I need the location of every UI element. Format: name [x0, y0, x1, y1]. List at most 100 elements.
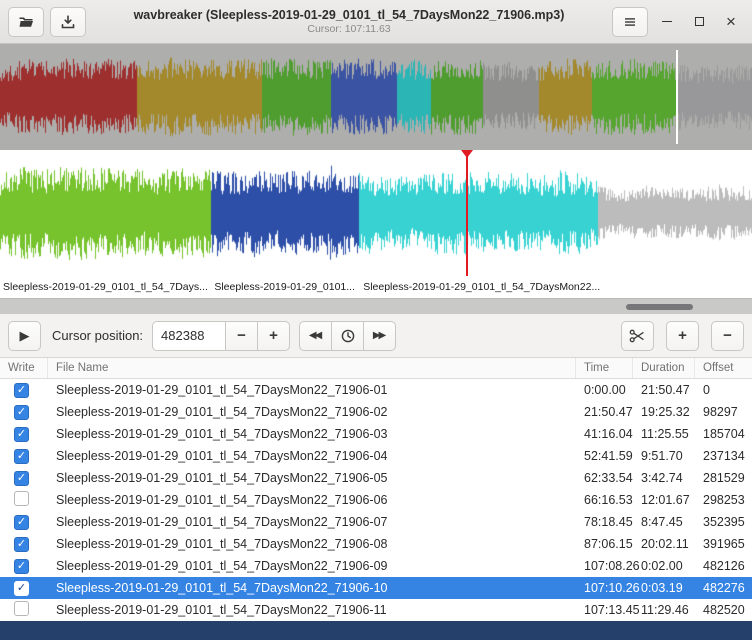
- cursor-line: [466, 150, 468, 276]
- cell-filename: Sleepless-2019-01-29_0101_tl_54_7DaysMon…: [48, 603, 576, 617]
- write-checkbox[interactable]: ✓: [14, 405, 29, 420]
- cursor-position-label: Cursor position:: [52, 328, 143, 343]
- overview-waveform-canvas[interactable]: [0, 53, 752, 141]
- waveform-scrollbar[interactable]: [0, 298, 752, 314]
- menu-button[interactable]: [612, 7, 648, 37]
- table-row[interactable]: Sleepless-2019-01-29_0101_tl_54_7DaysMon…: [0, 489, 752, 511]
- minimize-button[interactable]: [654, 9, 680, 35]
- write-checkbox[interactable]: ✓: [14, 515, 29, 530]
- cell-offset: 98297: [695, 405, 752, 419]
- cell-time: 41:16.04: [576, 427, 633, 441]
- cell-time: 21:50.47: [576, 405, 633, 419]
- cell-filename: Sleepless-2019-01-29_0101_tl_54_7DaysMon…: [48, 405, 576, 419]
- cursor-position-input[interactable]: [152, 321, 226, 351]
- save-button[interactable]: [50, 7, 86, 37]
- cell-write: ✓: [0, 580, 48, 596]
- maximize-icon: [695, 17, 704, 26]
- window-title: wavbreaker (Sleepless-2019-01-29_0101_tl…: [92, 8, 606, 22]
- overview-playhead: [676, 50, 678, 144]
- column-header-time[interactable]: Time: [576, 358, 633, 378]
- cell-filename: Sleepless-2019-01-29_0101_tl_54_7DaysMon…: [48, 493, 576, 507]
- cursor-increment-button[interactable]: +: [257, 321, 290, 351]
- table-row[interactable]: ✓ Sleepless-2019-01-29_0101_tl_54_7DaysM…: [0, 555, 752, 577]
- cell-duration: 3:42.74: [633, 471, 695, 485]
- table-row[interactable]: ✓ Sleepless-2019-01-29_0101_tl_54_7DaysM…: [0, 467, 752, 489]
- split-button[interactable]: [621, 321, 654, 351]
- write-checkbox[interactable]: ✓: [14, 559, 29, 574]
- cell-write: ✓: [0, 404, 48, 420]
- write-checkbox[interactable]: ✓: [14, 537, 29, 552]
- cell-duration: 0:03.19: [633, 581, 695, 595]
- cell-time: 66:16.53: [576, 493, 633, 507]
- seek-button-group: ◀◀ ▶▶: [299, 321, 396, 351]
- cell-offset: 185704: [695, 427, 752, 441]
- cell-time: 62:33.54: [576, 471, 633, 485]
- toolbar: ▶ Cursor position: − + ◀◀ ▶▶: [0, 314, 752, 358]
- cursor-marker[interactable]: [461, 150, 473, 158]
- cell-write: ✓: [0, 382, 48, 398]
- cell-duration: 11:29.46: [633, 603, 695, 617]
- write-checkbox[interactable]: [14, 491, 29, 506]
- cell-duration: 20:02.11: [633, 537, 695, 551]
- table-row[interactable]: ✓ Sleepless-2019-01-29_0101_tl_54_7DaysM…: [0, 379, 752, 401]
- cell-time: 107:10.26: [576, 581, 633, 595]
- write-checkbox[interactable]: ✓: [14, 449, 29, 464]
- cell-time: 0:00.00: [576, 383, 633, 397]
- close-button[interactable]: ×: [718, 9, 744, 35]
- write-checkbox[interactable]: ✓: [14, 427, 29, 442]
- cell-duration: 21:50.47: [633, 383, 695, 397]
- cell-filename: Sleepless-2019-01-29_0101_tl_54_7DaysMon…: [48, 471, 576, 485]
- cell-filename: Sleepless-2019-01-29_0101_tl_54_7DaysMon…: [48, 559, 576, 573]
- write-checkbox[interactable]: [14, 601, 29, 616]
- minus-icon: −: [723, 327, 732, 344]
- cell-write: ✓: [0, 448, 48, 464]
- open-file-button[interactable]: [8, 7, 44, 37]
- zoom-waveform-canvas[interactable]: [0, 150, 752, 276]
- scissors-icon: [629, 328, 646, 344]
- cell-offset: 0: [695, 383, 752, 397]
- column-header-offset[interactable]: Offset: [695, 358, 752, 378]
- cell-offset: 352395: [695, 515, 752, 529]
- plus-icon: +: [678, 327, 687, 344]
- cell-filename: Sleepless-2019-01-29_0101_tl_54_7DaysMon…: [48, 427, 576, 441]
- table-row[interactable]: ✓ Sleepless-2019-01-29_0101_tl_54_7DaysM…: [0, 401, 752, 423]
- write-checkbox[interactable]: ✓: [14, 581, 29, 596]
- cell-time: 107:13.45: [576, 603, 633, 617]
- cell-offset: 298253: [695, 493, 752, 507]
- jump-to-time-button[interactable]: [331, 321, 364, 351]
- seek-forward-icon: ▶▶: [373, 330, 386, 341]
- table-row[interactable]: ✓ Sleepless-2019-01-29_0101_tl_54_7DaysM…: [0, 445, 752, 467]
- table-header: Write File Name Time Duration Offset: [0, 358, 752, 379]
- write-checkbox[interactable]: ✓: [14, 471, 29, 486]
- seek-backward-button[interactable]: ◀◀: [299, 321, 332, 351]
- seek-forward-button[interactable]: ▶▶: [363, 321, 396, 351]
- table-row[interactable]: Sleepless-2019-01-29_0101_tl_54_7DaysMon…: [0, 599, 752, 621]
- cell-filename: Sleepless-2019-01-29_0101_tl_54_7DaysMon…: [48, 537, 576, 551]
- header-right-buttons: ×: [612, 7, 744, 37]
- cell-time: 87:06.15: [576, 537, 633, 551]
- cell-offset: 237134: [695, 449, 752, 463]
- write-checkbox[interactable]: ✓: [14, 383, 29, 398]
- segment-label: Sleepless-2019-01-29_0101...: [214, 281, 355, 293]
- table-body: ✓ Sleepless-2019-01-29_0101_tl_54_7DaysM…: [0, 379, 752, 621]
- table-row[interactable]: ✓ Sleepless-2019-01-29_0101_tl_54_7DaysM…: [0, 423, 752, 445]
- zoom-waveform[interactable]: Sleepless-2019-01-29_0101_tl_54_7Days...…: [0, 150, 752, 298]
- remove-break-button[interactable]: −: [711, 321, 744, 351]
- bottom-bar: [0, 621, 752, 640]
- cell-time: 107:08.26: [576, 559, 633, 573]
- cursor-decrement-button[interactable]: −: [225, 321, 258, 351]
- table-row[interactable]: ✓ Sleepless-2019-01-29_0101_tl_54_7DaysM…: [0, 533, 752, 555]
- add-break-button[interactable]: +: [666, 321, 699, 351]
- overview-waveform[interactable]: [0, 44, 752, 150]
- cell-duration: 19:25.32: [633, 405, 695, 419]
- column-header-filename[interactable]: File Name: [48, 358, 576, 378]
- table-row[interactable]: ✓ Sleepless-2019-01-29_0101_tl_54_7DaysM…: [0, 511, 752, 533]
- column-header-duration[interactable]: Duration: [633, 358, 695, 378]
- table-row[interactable]: ✓ Sleepless-2019-01-29_0101_tl_54_7DaysM…: [0, 577, 752, 599]
- column-header-write[interactable]: Write: [0, 358, 48, 378]
- window-title-area: wavbreaker (Sleepless-2019-01-29_0101_tl…: [92, 8, 606, 35]
- scrollbar-thumb[interactable]: [626, 304, 694, 310]
- play-button[interactable]: ▶: [8, 321, 41, 351]
- cell-time: 78:18.45: [576, 515, 633, 529]
- maximize-button[interactable]: [686, 9, 712, 35]
